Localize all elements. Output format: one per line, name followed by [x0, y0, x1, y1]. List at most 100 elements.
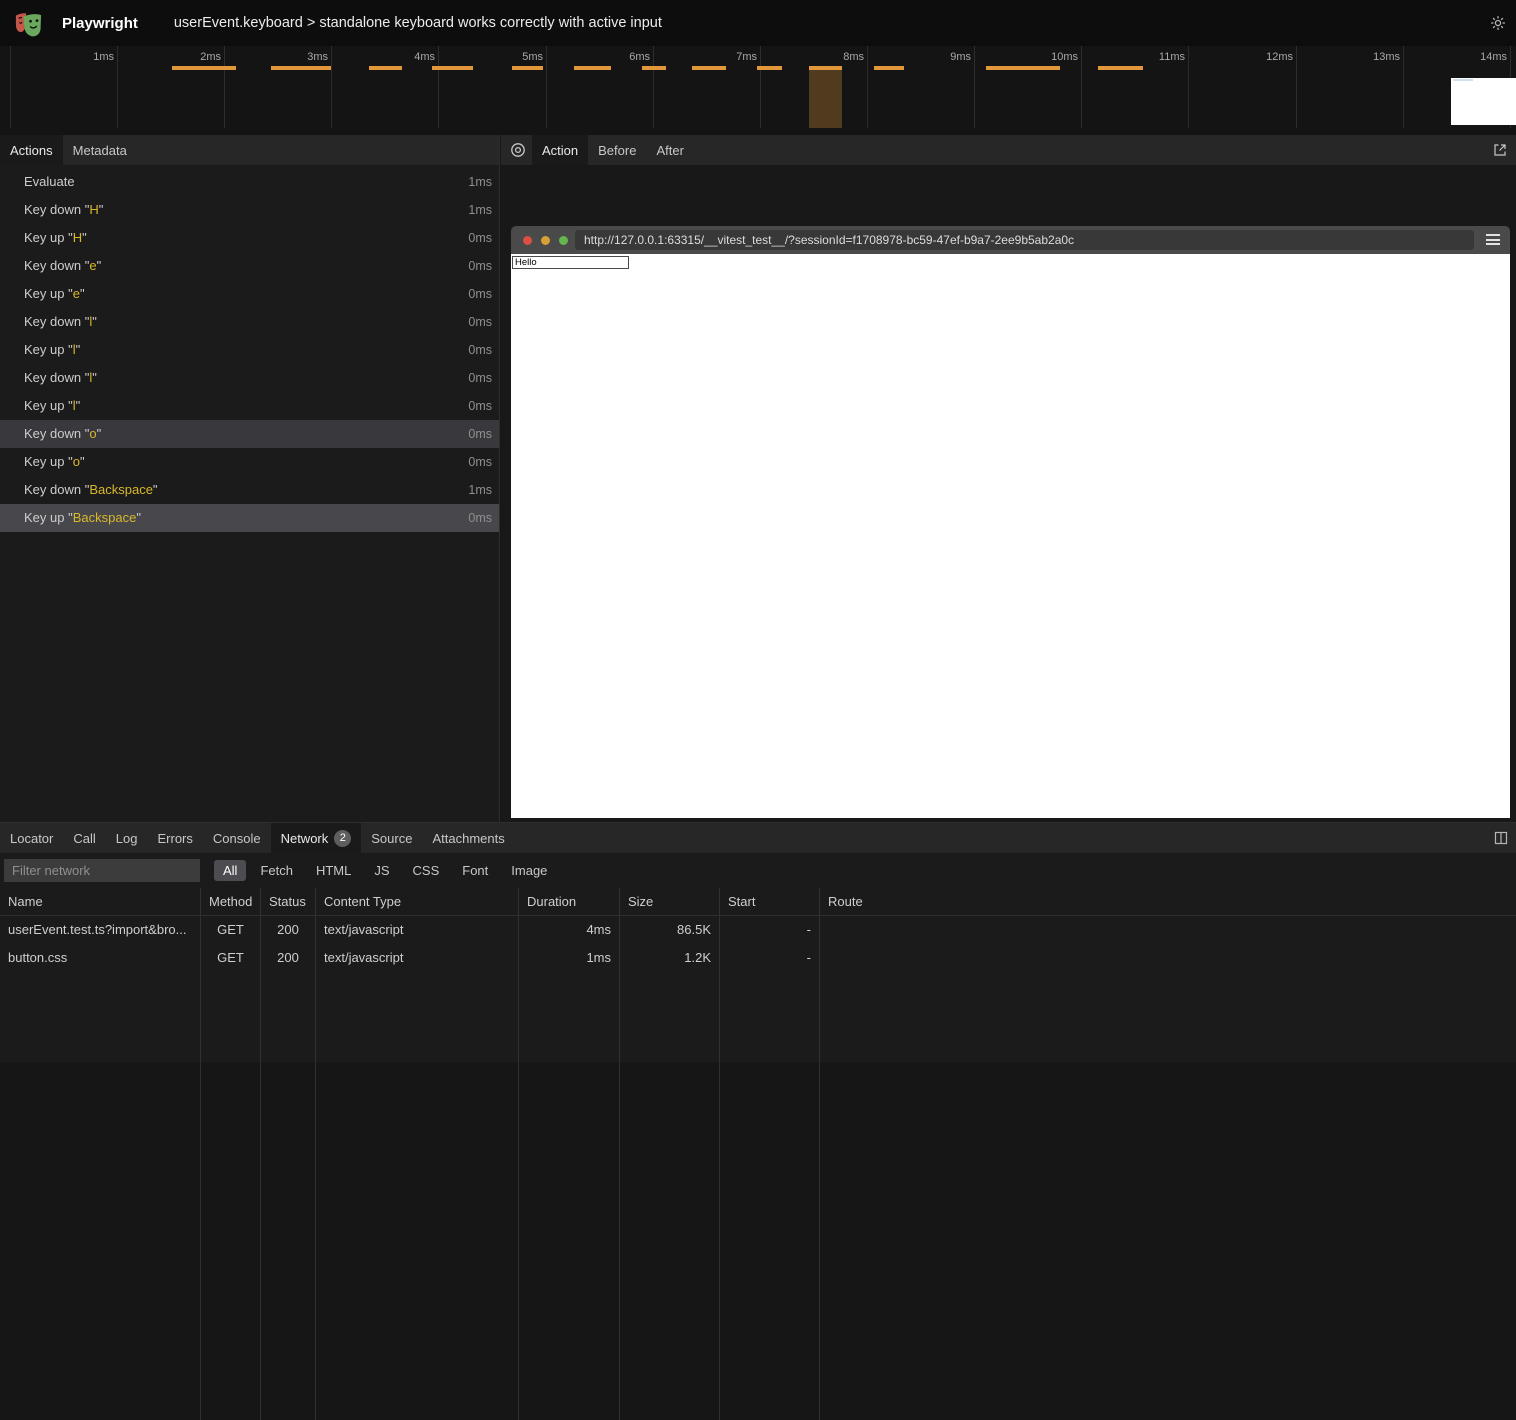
- col-header-duration: Duration: [519, 888, 620, 916]
- network-row-duration[interactable]: 4ms: [519, 916, 620, 944]
- snapshot-page[interactable]: [511, 254, 1510, 818]
- network-row-content-type[interactable]: text/javascript: [316, 944, 519, 972]
- toggle-layout-icon[interactable]: [1493, 830, 1509, 846]
- timeline-action-bar: [512, 66, 543, 70]
- tab-console[interactable]: Console: [203, 823, 271, 853]
- chip-all[interactable]: All: [214, 860, 246, 881]
- network-row-name[interactable]: button.css: [0, 944, 201, 972]
- action-row[interactable]: Key up "o" 0ms: [0, 448, 499, 476]
- tab-call[interactable]: Call: [63, 823, 105, 853]
- action-duration: 0ms: [468, 448, 492, 476]
- snapshot-browser-window: http://127.0.0.1:63315/__vitest_test__/?…: [511, 226, 1510, 818]
- network-row-size[interactable]: 1.2K: [620, 944, 720, 972]
- action-row[interactable]: Key down "Backspace" 1ms: [0, 476, 499, 504]
- timeline-ruler[interactable]: 1ms2ms3ms4ms5ms6ms7ms8ms9ms10ms11ms12ms1…: [0, 46, 1516, 135]
- action-row[interactable]: Key up "e" 0ms: [0, 280, 499, 308]
- action-row[interactable]: Key down "e" 0ms: [0, 252, 499, 280]
- timeline-gridline: [224, 46, 225, 128]
- col-header-name: Name: [0, 888, 201, 916]
- key-value: Backspace: [89, 482, 153, 497]
- network-row-size[interactable]: 86.5K: [620, 916, 720, 944]
- tab-locator[interactable]: Locator: [0, 823, 63, 853]
- table-filler: [519, 972, 620, 1420]
- network-row-route[interactable]: [820, 916, 1516, 944]
- action-row[interactable]: Key up "H" 0ms: [0, 224, 499, 252]
- action-duration: 0ms: [468, 224, 492, 252]
- action-row[interactable]: Key down "l" 0ms: [0, 364, 499, 392]
- action-duration: 1ms: [468, 476, 492, 504]
- test-title: userEvent.keyboard > standalone keyboard…: [174, 15, 662, 31]
- timeline-action-bar: [874, 66, 904, 70]
- network-row-name[interactable]: userEvent.test.ts?import&bro...: [0, 916, 201, 944]
- action-row[interactable]: Key up "l" 0ms: [0, 392, 499, 420]
- network-row-route[interactable]: [820, 944, 1516, 972]
- col-header-status: Status: [261, 888, 316, 916]
- timeline-tick-label: 14ms: [1447, 51, 1507, 63]
- action-row-highlighted[interactable]: Key down "o" 0ms: [0, 420, 499, 448]
- action-duration: 0ms: [468, 420, 492, 448]
- chip-js[interactable]: JS: [365, 860, 398, 881]
- timeline-gridline: [117, 46, 118, 128]
- tab-network[interactable]: Network 2: [271, 823, 362, 853]
- timeline-action-bar: [432, 66, 473, 70]
- action-duration: 0ms: [468, 504, 492, 532]
- timeline-tick-label: 13ms: [1340, 51, 1400, 63]
- network-row-start[interactable]: -: [720, 916, 820, 944]
- network-row-start[interactable]: -: [720, 944, 820, 972]
- network-row-duration[interactable]: 1ms: [519, 944, 620, 972]
- timeline-action-bar: [692, 66, 726, 70]
- filter-network-input[interactable]: [4, 859, 200, 882]
- timeline-gridline: [974, 46, 975, 128]
- chip-font[interactable]: Font: [453, 860, 497, 881]
- tab-actions[interactable]: Actions: [0, 135, 63, 165]
- tab-log[interactable]: Log: [106, 823, 148, 853]
- table-filler: [820, 972, 1516, 1420]
- key-value: H: [89, 202, 98, 217]
- network-row-content-type[interactable]: text/javascript: [316, 916, 519, 944]
- tab-errors[interactable]: Errors: [147, 823, 202, 853]
- col-header-start: Start: [720, 888, 820, 916]
- chip-css[interactable]: CSS: [404, 860, 449, 881]
- tab-attachments[interactable]: Attachments: [422, 823, 514, 853]
- timeline-action-bar: [757, 66, 782, 70]
- action-row[interactable]: Key up "l" 0ms: [0, 336, 499, 364]
- network-row-method[interactable]: GET: [201, 916, 261, 944]
- bottom-tabbar: Locator Call Log Errors Console Network …: [0, 823, 1516, 853]
- tab-before[interactable]: Before: [588, 135, 646, 165]
- network-row-status[interactable]: 200: [261, 916, 316, 944]
- tab-after[interactable]: After: [646, 135, 693, 165]
- network-row-status[interactable]: 200: [261, 944, 316, 972]
- timeline-tick-label: 7ms: [697, 51, 757, 63]
- timeline-gridline: [546, 46, 547, 128]
- tab-action[interactable]: Action: [532, 135, 588, 165]
- chip-image[interactable]: Image: [502, 860, 556, 881]
- action-row[interactable]: Evaluate 1ms: [0, 168, 499, 196]
- chip-fetch[interactable]: Fetch: [251, 860, 302, 881]
- tab-metadata[interactable]: Metadata: [63, 135, 137, 165]
- app-name: Playwright: [62, 15, 138, 32]
- chip-html[interactable]: HTML: [307, 860, 360, 881]
- table-filler: [261, 972, 316, 1420]
- action-row-selected[interactable]: Key up "Backspace" 0ms: [0, 504, 499, 532]
- address-bar: http://127.0.0.1:63315/__vitest_test__/?…: [575, 230, 1474, 250]
- playwright-logo-icon: [13, 8, 46, 38]
- action-row[interactable]: Key down "H" 1ms: [0, 196, 499, 224]
- key-value: o: [89, 426, 96, 441]
- network-row-method[interactable]: GET: [201, 944, 261, 972]
- snapshot-panel: Action Before After http://127.0.0.1:633…: [501, 135, 1516, 822]
- action-row[interactable]: Key down "l" 0ms: [0, 308, 499, 336]
- timeline-tick-label: 10ms: [1018, 51, 1078, 63]
- table-filler: [0, 972, 201, 1420]
- timeline-gridline: [331, 46, 332, 128]
- tab-source[interactable]: Source: [361, 823, 422, 853]
- pick-locator-icon[interactable]: [510, 142, 526, 158]
- action-duration: 1ms: [468, 168, 492, 196]
- timeline-gridline: [867, 46, 868, 128]
- open-snapshot-icon[interactable]: [1492, 142, 1508, 158]
- settings-icon[interactable]: [1489, 14, 1507, 32]
- snapshot-text-input[interactable]: [512, 256, 629, 269]
- timeline-selected-range: [809, 66, 842, 128]
- timeline-screenshot-thumbnail: [1451, 78, 1516, 125]
- action-duration: 0ms: [468, 280, 492, 308]
- app-header: Playwright userEvent.keyboard > standalo…: [0, 0, 1516, 46]
